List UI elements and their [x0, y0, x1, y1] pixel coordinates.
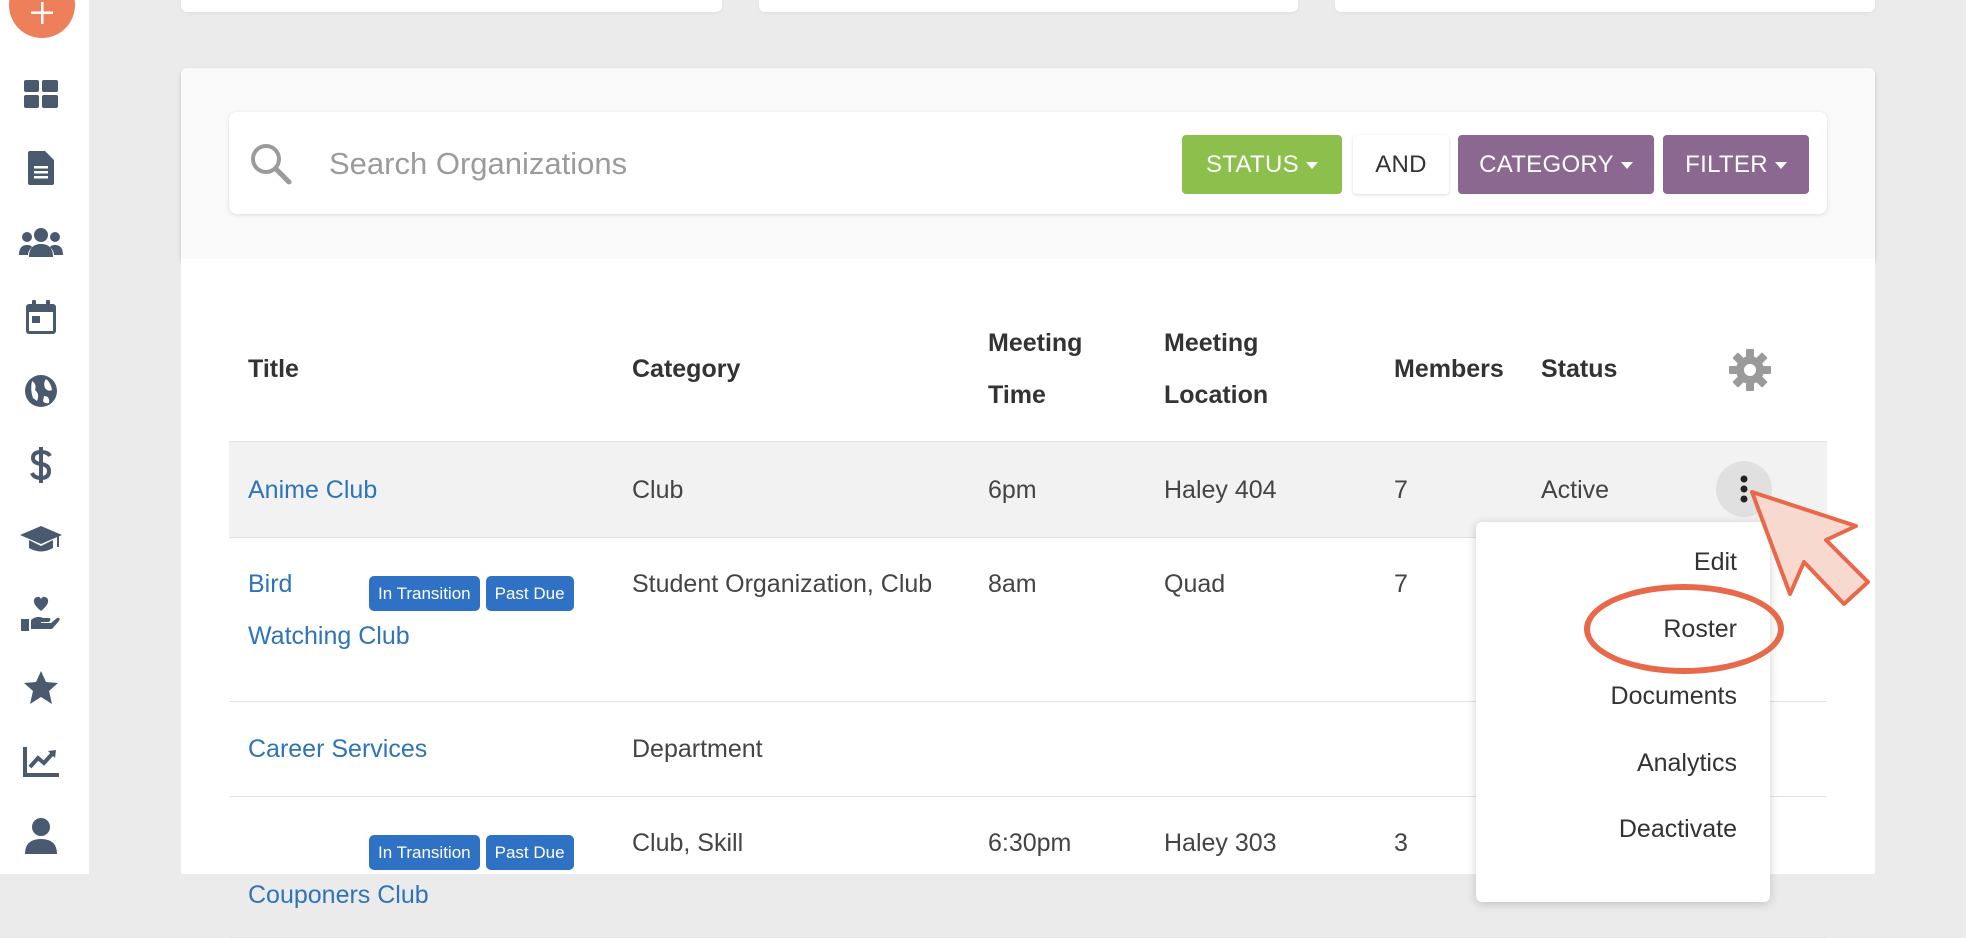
org-title-line-2: Watching Club — [248, 622, 410, 650]
graduation-cap-icon[interactable] — [18, 519, 64, 559]
dashboard-icon[interactable] — [18, 75, 64, 115]
org-title-line-1: Bird — [248, 570, 293, 598]
sidebar — [0, 0, 89, 874]
filter-label: FILTER — [1685, 150, 1768, 178]
add-button[interactable] — [9, 0, 75, 38]
column-header-category[interactable]: Category — [613, 297, 969, 442]
menu-item-documents[interactable]: Documents — [1611, 682, 1737, 711]
and-label: AND — [1375, 150, 1427, 178]
search-panel: STATUS AND CATEGORY FILTER — [181, 68, 1875, 259]
dollar-icon[interactable] — [18, 445, 64, 485]
meeting-time-cell: 6:30pm — [969, 796, 1145, 938]
category-cell: Student Organization, Club — [613, 537, 969, 702]
column-header-status[interactable]: Status — [1522, 297, 1827, 442]
document-icon[interactable] — [18, 148, 64, 188]
in-transition-badge: In Transition — [369, 575, 480, 611]
caret-down-icon — [1774, 162, 1787, 169]
meeting-location-cell — [1145, 701, 1375, 797]
search-bar: STATUS AND CATEGORY FILTER — [229, 112, 1827, 214]
status-label: STATUS — [1206, 150, 1299, 178]
meeting-location-cell: Haley 404 — [1145, 441, 1375, 538]
meeting-location-cell: Quad — [1145, 537, 1375, 702]
category-cell: Club — [613, 441, 969, 538]
summary-card — [1335, 0, 1875, 12]
meeting-location-line-1: Meeting — [1164, 329, 1259, 357]
column-header-meeting-location[interactable]: Meeting Location — [1145, 297, 1375, 442]
chart-icon[interactable] — [18, 742, 64, 782]
and-toggle-button[interactable]: AND — [1353, 135, 1449, 194]
meeting-time-line-1: Meeting — [988, 329, 1083, 357]
plus-icon — [31, 2, 53, 24]
user-icon[interactable] — [18, 816, 64, 856]
gear-icon[interactable] — [1729, 349, 1771, 391]
users-icon[interactable] — [18, 222, 64, 262]
meeting-location-line-2: Location — [1164, 381, 1269, 409]
org-title-link[interactable]: Anime Club — [248, 476, 377, 504]
status-dropdown-button[interactable]: STATUS — [1182, 135, 1342, 194]
column-header-meeting-time[interactable]: Meeting Time — [969, 297, 1145, 442]
org-title-link[interactable]: Career Services — [248, 735, 427, 763]
category-cell: Department — [613, 701, 969, 797]
past-due-badge: Past Due — [485, 575, 574, 611]
pointer-arrow-icon — [1750, 490, 1870, 606]
calendar-icon[interactable] — [18, 297, 64, 337]
hand-heart-icon[interactable] — [18, 593, 64, 633]
meeting-location-cell: Haley 303 — [1145, 796, 1375, 938]
star-icon[interactable] — [18, 668, 64, 708]
meeting-time-line-2: Time — [988, 381, 1046, 409]
summary-card — [181, 0, 722, 12]
summary-card — [759, 0, 1298, 12]
search-icon — [251, 144, 292, 185]
meeting-time-cell — [969, 701, 1145, 797]
column-header-members[interactable]: Members — [1375, 297, 1522, 442]
filter-dropdown-button[interactable]: FILTER — [1663, 135, 1809, 194]
category-label: CATEGORY — [1479, 150, 1614, 178]
menu-item-deactivate[interactable]: Deactivate — [1619, 815, 1737, 844]
category-dropdown-button[interactable]: CATEGORY — [1458, 135, 1654, 194]
search-input[interactable] — [327, 136, 1151, 192]
past-due-badge: Past Due — [485, 834, 574, 870]
menu-item-analytics[interactable]: Analytics — [1637, 749, 1737, 778]
caret-down-icon — [1305, 162, 1318, 169]
in-transition-badge: In Transition — [369, 834, 480, 870]
globe-icon[interactable] — [18, 371, 64, 411]
row-actions-menu: Edit Roster Documents Analytics Deactiva… — [1476, 522, 1770, 902]
meeting-time-cell: 6pm — [969, 441, 1145, 538]
menu-item-edit[interactable]: Edit — [1694, 548, 1737, 577]
table-header-row: Title Category Meeting Time Meeting Locati… — [229, 297, 1827, 442]
org-title-link[interactable]: Couponers Club — [248, 881, 429, 909]
caret-down-icon — [1620, 162, 1633, 169]
category-cell: Club, Skill — [613, 796, 969, 938]
meeting-time-cell: 8am — [969, 537, 1145, 702]
column-header-title[interactable]: Title — [229, 297, 613, 442]
